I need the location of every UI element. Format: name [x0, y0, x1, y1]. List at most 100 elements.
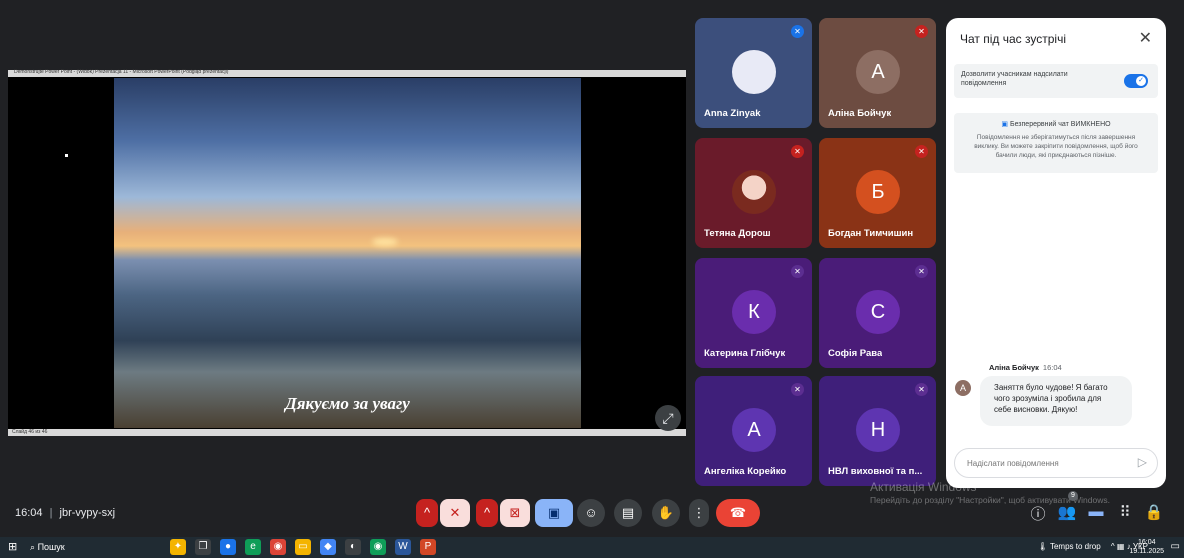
search-label: Пошук	[37, 542, 65, 552]
taskbar-apps: ✦ ❐ ● e ◉ ▭ ◆ ◐ ◉ W P	[170, 539, 436, 556]
notifications-icon[interactable]: ▭	[1171, 541, 1180, 552]
participant-name: НВЛ виховної та п...	[828, 466, 923, 477]
avatar: А	[955, 380, 971, 396]
windows-taskbar: ⊞ ⌕ Пошук ✦ ❐ ● e ◉ ▭ ◆ ◐ ◉ W P 🌡 Temps …	[0, 537, 1184, 558]
mic-off-icon: ✕	[449, 505, 461, 520]
allow-messages-label: Дозволити учасникам надсилати повідомлен…	[961, 71, 1068, 87]
expand-icon[interactable]: ⤢	[655, 405, 681, 431]
avatar: Б	[856, 170, 900, 214]
notice-body: Повідомлення не зберігатимуться після за…	[974, 134, 1138, 159]
present-icon: ▣	[547, 505, 561, 520]
tray-chevron-icon[interactable]: ^	[1111, 542, 1115, 551]
chat-panel: Чат під час зустрічі ✕ Дозволити учасник…	[946, 18, 1166, 488]
powerpoint-icon[interactable]: P	[420, 539, 436, 555]
participant-name: Софія Рава	[828, 348, 883, 359]
clock-time: 16:04	[1137, 539, 1156, 546]
avatar: А	[856, 50, 900, 94]
activities-icon[interactable]: ⠿	[1114, 503, 1136, 521]
reactions-button[interactable]: ☺	[577, 499, 605, 527]
camera-options-button[interactable]: ^	[476, 499, 498, 527]
participant-name: Anna Zinyak	[704, 108, 761, 119]
leave-call-button[interactable]: ☎	[716, 499, 760, 527]
avatar: С	[856, 290, 900, 334]
participant-tile[interactable]: К ✕ Катерина Глібчук	[695, 258, 812, 368]
presentation-statusbar: Слайд 46 из 46	[8, 429, 686, 436]
camera-off-icon: ⊠	[509, 505, 521, 520]
message-input-box[interactable]: ▷	[954, 448, 1158, 478]
send-icon[interactable]: ▷	[1138, 455, 1147, 469]
mic-toggle-button[interactable]: ✕	[440, 499, 470, 527]
check-icon: ✓	[1136, 76, 1146, 86]
notice-title: Безперервний чат ВИМКНЕНО	[1009, 121, 1111, 128]
raise-hand-button[interactable]: ✋	[652, 499, 680, 527]
captions-icon: ▤	[621, 505, 635, 520]
present-button[interactable]: ▣	[535, 499, 573, 527]
chrome-active-icon[interactable]: ◉	[370, 539, 386, 555]
slide-counter: Слайд 46 из 46	[12, 429, 48, 435]
copilot-icon[interactable]: ✦	[170, 539, 186, 555]
chat-title: Чат під час зустрічі	[960, 32, 1066, 46]
avatar	[732, 50, 776, 94]
participant-tile[interactable]: ✕ Тетяна Дорош	[695, 138, 812, 248]
chrome-icon[interactable]: ◉	[270, 539, 286, 555]
mic-off-icon: ✕	[791, 145, 804, 158]
participant-tile[interactable]: ✕ Anna Zinyak	[695, 18, 812, 128]
weather-icon: 🌡	[1037, 542, 1048, 551]
clock-date: 19.11.2025	[1129, 548, 1164, 555]
mouse-cursor	[65, 154, 68, 157]
participant-tile[interactable]: А ✕ Ангеліка Корейко	[695, 376, 812, 486]
close-icon[interactable]: ✕	[1139, 28, 1152, 48]
mic-off-icon: ✕	[915, 145, 928, 158]
meeting-info: 16:04 | jbr-vypy-sxj	[15, 507, 115, 519]
activation-watermark-title: Активація Windows	[870, 480, 977, 494]
sender-name: Аліна Бойчук	[989, 363, 1039, 372]
message-bubble: Заняття було чудове! Я багато чого зрозу…	[980, 376, 1132, 426]
word-icon[interactable]: W	[395, 539, 411, 555]
app-icon[interactable]: ◐	[345, 539, 361, 555]
participant-name: Аліна Бойчук	[828, 108, 892, 119]
hang-up-icon: ☎	[729, 505, 747, 520]
task-view-icon[interactable]: ❐	[195, 539, 211, 555]
participant-count-badge: 9	[1068, 491, 1078, 501]
app-icon[interactable]: ●	[220, 539, 236, 555]
people-icon[interactable]: 👥	[1056, 503, 1078, 521]
taskbar-search[interactable]: ⌕ Пошук	[30, 539, 150, 556]
mic-off-icon: ✕	[915, 383, 928, 396]
participant-tile[interactable]: Н ✕ НВЛ виховної та п...	[819, 376, 936, 486]
sun-glow	[372, 238, 398, 246]
more-vert-icon: ⋮	[692, 505, 706, 520]
camera-toggle-button[interactable]: ⊠	[500, 499, 530, 527]
weather-text[interactable]: Temps to drop	[1050, 542, 1101, 551]
mic-off-icon: ✕	[791, 265, 804, 278]
folder-icon[interactable]: ▭	[295, 539, 311, 555]
message-time: 16:04	[1042, 363, 1062, 372]
store-icon[interactable]: ◆	[320, 539, 336, 555]
presentation-view: Demonstrujte Power Point - (Widok) Preze…	[8, 69, 686, 436]
edge-icon[interactable]: e	[245, 539, 261, 555]
presentation-titlebar: Demonstrujte Power Point - (Widok) Preze…	[8, 69, 686, 77]
allow-messages-toggle[interactable]: ✓	[1124, 74, 1148, 88]
avatar: Н	[856, 408, 900, 452]
network-icon[interactable]: ▦	[1117, 542, 1125, 551]
participant-tile[interactable]: С ✕ Софія Рава	[819, 258, 936, 368]
participant-tile[interactable]: А ✕ Аліна Бойчук	[819, 18, 936, 128]
message-sender: Аліна Бойчук 16:04	[989, 363, 1062, 372]
chat-icon[interactable]: ▬	[1085, 503, 1107, 520]
continuous-chat-notice: ▣ Безперервний чат ВИМКНЕНО Повідомлення…	[954, 113, 1158, 173]
message-input[interactable]	[965, 455, 1125, 471]
windows-start-icon[interactable]: ⊞	[8, 541, 21, 554]
separator: |	[49, 507, 53, 519]
search-icon: ⌕	[30, 542, 36, 552]
chevron-up-icon: ^	[483, 505, 491, 520]
participant-tile[interactable]: Б ✕ Богдан Тимчишин	[819, 138, 936, 248]
slide-caption: Дякуємо за увагу	[285, 394, 410, 413]
captions-button[interactable]: ▤	[614, 499, 642, 527]
system-clock[interactable]: 16:04 19.11.2025	[1129, 538, 1164, 556]
slide-image: Дякуємо за увагу	[114, 78, 581, 428]
info-icon[interactable]: ⓘ	[1027, 503, 1049, 524]
avatar: А	[732, 408, 776, 452]
meeting-time: 16:04	[15, 507, 43, 519]
host-controls-icon[interactable]: 🔒	[1143, 503, 1165, 521]
mic-options-button[interactable]: ^	[416, 499, 438, 527]
more-options-button[interactable]: ⋮	[689, 499, 709, 527]
